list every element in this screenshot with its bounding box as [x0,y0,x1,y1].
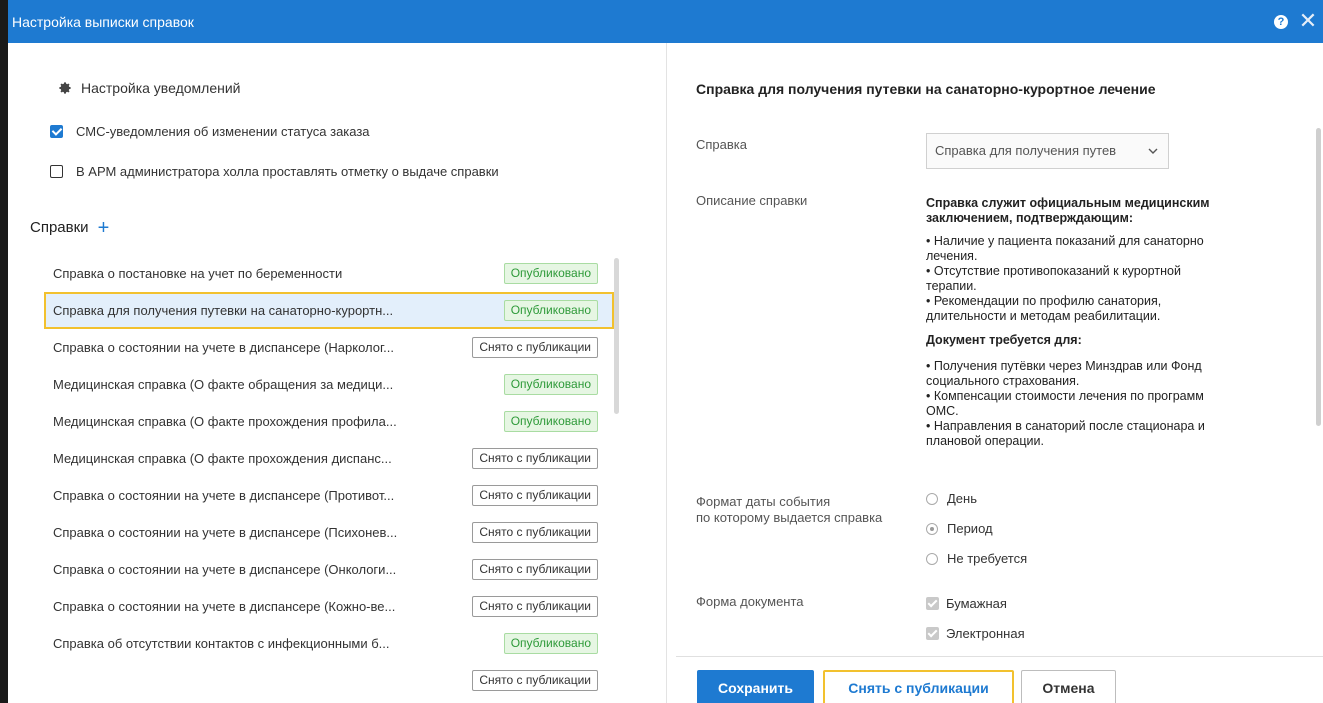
status-badge: Опубликовано [503,411,598,432]
list-item[interactable]: Снято с публикации [44,662,614,699]
list-item-selected[interactable]: Справка для получения путевки на санатор… [44,292,614,329]
status-badge: Снято с публикации [472,448,598,469]
date-format-label-line-2: по которому выдается справка [696,510,883,525]
description-label: Описание справки [696,193,808,208]
list-item[interactable]: Справка о состоянии на учете в диспансер… [44,588,614,625]
list-item-name: Справка о состоянии на учете в диспансер… [53,525,398,540]
status-badge: Опубликовано [503,300,598,321]
hall-admin-option[interactable]: В АРМ администратора холла проставлять о… [50,164,499,179]
description-line: • Получения путёвки через Минздрав или Ф… [926,359,1202,373]
list-item-name: Медицинская справка (О факте прохождения… [53,414,397,429]
radio-none-label: Не требуется [947,551,1028,566]
radio-day[interactable] [926,492,938,505]
notifications-header: Настройка уведомлений [58,80,240,96]
radio-period[interactable] [926,522,938,535]
description-line: лечения. [926,249,978,263]
certificates-title: Справки [30,219,89,236]
electronic-label: Электронная [946,626,1025,641]
status-badge: Опубликовано [503,374,598,395]
status-badge: Снято с публикации [472,522,598,543]
list-scrollbar[interactable] [614,258,619,414]
close-icon[interactable]: ✕ [1296,9,1320,33]
list-item-name: Справка о состоянии на учете в диспансер… [53,340,394,355]
electronic-checkbox[interactable] [926,627,939,640]
status-badge: Опубликовано [503,263,598,284]
description-intro: Справка служит официальным медицинским з… [926,196,1210,225]
window-left-edge [0,0,8,703]
dialog-title: Настройка выписки справок [12,14,194,30]
radio-period-label: Период [947,521,993,536]
list-item-name: Справка о состоянии на учете в диспансер… [53,599,396,614]
description-line: терапии. [926,279,977,293]
help-icon[interactable]: ? [1274,15,1288,29]
list-item-name: Справка о постановке на учет по беременн… [53,266,343,281]
date-format-day[interactable]: День [926,491,977,506]
list-item[interactable]: Справка о постановке на учет по беременн… [44,255,614,292]
status-badge: Снято с публикации [472,337,598,358]
hall-admin-label: В АРМ администратора холла проставлять о… [76,164,499,179]
unpublish-button[interactable]: Снять с публикации [823,670,1014,703]
gear-icon [59,82,71,94]
certificates-list: Справка о постановке на учет по беременн… [44,255,614,699]
date-format-label: Формат даты события по которому выдается… [696,494,882,526]
sms-notification-label: СМС-уведомления об изменении статуса зак… [76,124,370,139]
list-item[interactable]: Справка о состоянии на учете в диспансер… [44,477,614,514]
list-item[interactable]: Медицинская справка (О факте прохождения… [44,403,614,440]
detail-scrollbar[interactable] [1316,128,1321,426]
list-item-name: Медицинская справка (О факте прохождения… [53,451,392,466]
description-line: • Отсутствие противопоказаний к курортно… [926,264,1181,278]
certificate-select-value: Справка для получения путев [935,143,1117,158]
dialog-titlebar: Настройка выписки справок ? ✕ [8,0,1323,43]
status-badge: Снято с публикации [472,559,598,580]
description-heading: Документ требуется для: [926,333,1082,347]
date-format-none[interactable]: Не требуется [926,551,1027,566]
list-item[interactable]: Медицинская справка (О факте обращения з… [44,366,614,403]
document-form-paper[interactable]: Бумажная [926,596,1007,611]
list-item[interactable]: Справка об отсутствии контактов с инфекц… [44,625,614,662]
list-item[interactable]: Медицинская справка (О факте прохождения… [44,440,614,477]
list-item[interactable]: Справка о состоянии на учете в диспансер… [44,329,614,366]
list-item[interactable]: Справка о состоянии на учете в диспансер… [44,551,614,588]
description-line: ОМС. [926,404,959,418]
radio-none[interactable] [926,552,938,565]
paper-label: Бумажная [946,596,1007,611]
description-line: • Наличие у пациента показаний для санат… [926,234,1204,248]
description-line: плановой операции. [926,434,1044,448]
paper-checkbox[interactable] [926,597,939,610]
date-format-period[interactable]: Период [926,521,993,536]
date-format-label-line-1: Формат даты события [696,494,831,509]
status-badge: Снято с публикации [472,670,598,691]
certificates-section-title: Справки + [30,218,110,238]
description-line: длительности и методам реабилитации. [926,309,1161,323]
save-button[interactable]: Сохранить [697,670,814,703]
description-line: социального страхования. [926,374,1080,388]
certificate-label: Справка [696,137,747,152]
list-item-name: Справка для получения путевки на санатор… [53,303,394,318]
description-text: Справка служит официальным медицинским з… [926,196,1256,449]
chevron-down-icon [1148,134,1158,168]
sms-notification-checkbox[interactable] [50,125,63,138]
description-line: • Направления в санаторий после стациона… [926,419,1205,433]
document-form-label: Форма документа [696,594,804,609]
hall-admin-checkbox[interactable] [50,165,63,178]
list-item-name: Медицинская справка (О факте обращения з… [53,377,394,392]
notifications-header-label: Настройка уведомлений [81,80,241,96]
list-item-name: Справка о состоянии на учете в диспансер… [53,488,395,503]
cancel-button[interactable]: Отмена [1021,670,1116,703]
description-line: • Рекомендации по профилю санатория, [926,294,1162,308]
status-badge: Опубликовано [503,633,598,654]
status-badge: Снято с публикации [472,485,598,506]
description-line: • Компенсации стоимости лечения по прогр… [926,389,1204,403]
list-item-name: Справка о состоянии на учете в диспансер… [53,562,397,577]
radio-day-label: День [947,491,977,506]
sms-notification-option[interactable]: СМС-уведомления об изменении статуса зак… [50,124,370,139]
footer-divider [676,656,1323,657]
add-certificate-icon[interactable]: + [98,218,110,238]
detail-title: Справка для получения путевки на санатор… [696,81,1156,97]
document-form-electronic[interactable]: Электронная [926,626,1025,641]
list-item-name: Справка об отсутствии контактов с инфекц… [53,636,390,651]
list-item[interactable]: Справка о состоянии на учете в диспансер… [44,514,614,551]
status-badge: Снято с публикации [472,596,598,617]
certificate-select[interactable]: Справка для получения путев [926,133,1169,169]
